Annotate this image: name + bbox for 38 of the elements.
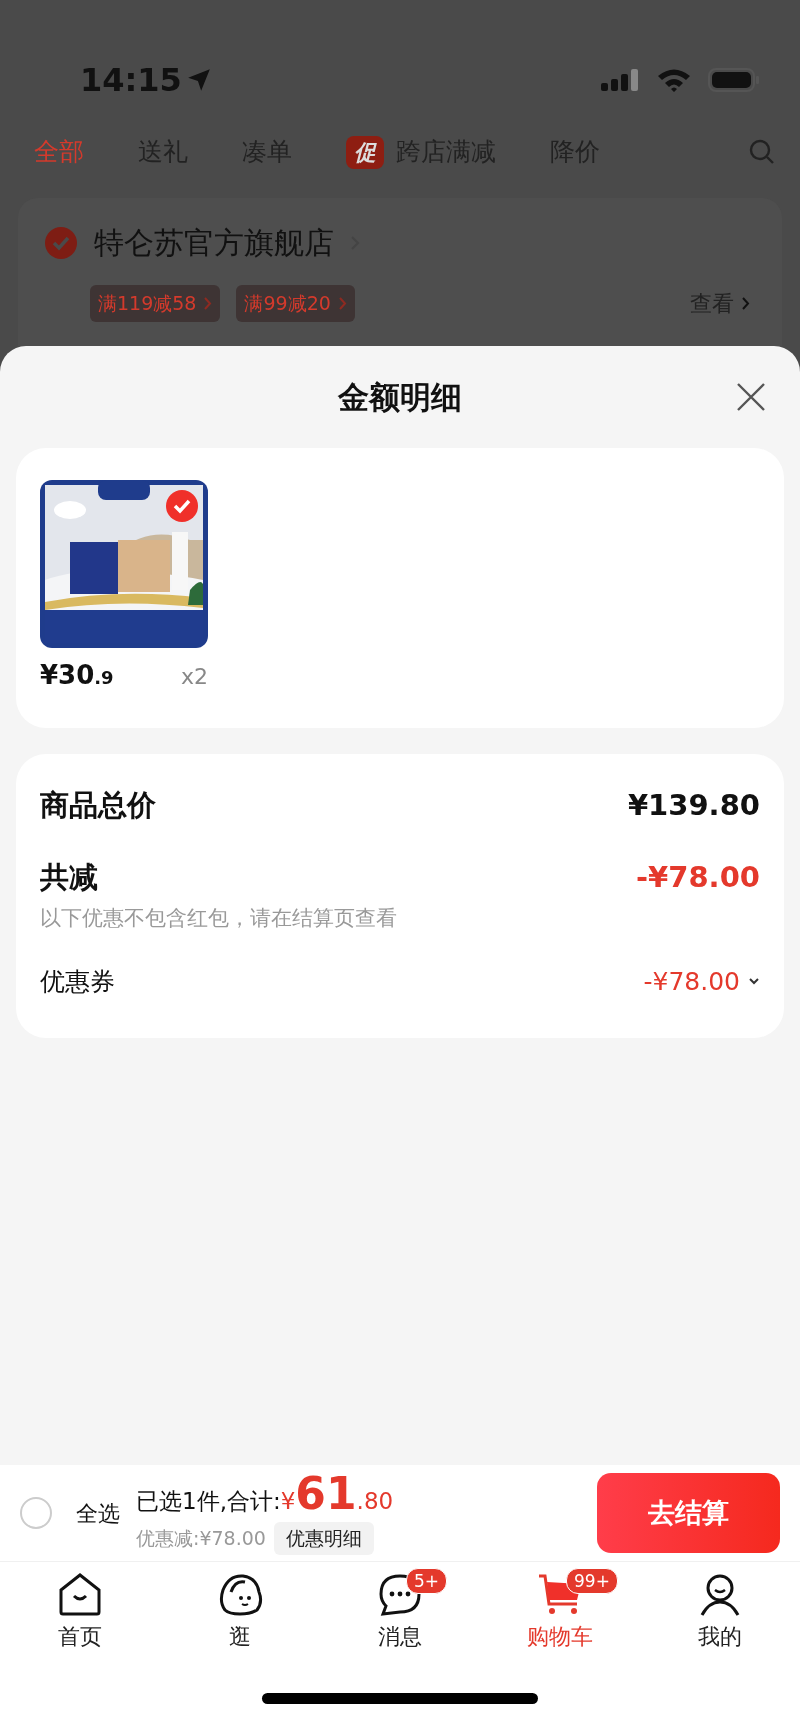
chevron-right-icon: [742, 296, 750, 310]
count-badge: 99+: [566, 1568, 618, 1594]
discount-detail-button[interactable]: 优惠明细: [273, 1522, 374, 1555]
checkbox-icon[interactable]: [44, 225, 78, 260]
item-price: ¥30.9: [40, 659, 114, 692]
coupon-label: 优惠券: [40, 965, 115, 998]
discount-label: 共减: [40, 858, 98, 896]
coupon-amount[interactable]: -¥78.00: [643, 962, 760, 1000]
chevron-right-icon: [338, 296, 347, 310]
discount-amount: -¥78.00: [636, 858, 760, 896]
tab-bar-item[interactable]: 逛: [160, 1572, 320, 1653]
tab-bar-item[interactable]: 我的: [640, 1572, 800, 1653]
total-amount: ¥139.80: [627, 787, 760, 824]
search-icon[interactable]: [748, 138, 776, 166]
item-quantity: x2: [180, 663, 208, 691]
total-label: 商品总价: [40, 787, 156, 824]
checkout-button[interactable]: 去结算: [597, 1473, 780, 1553]
store-name[interactable]: 特仑苏官方旗舰店: [94, 220, 334, 265]
count-badge: 5+: [406, 1568, 448, 1594]
promo-tag[interactable]: 满99减20: [236, 285, 355, 322]
sheet-title: 金额明细: [338, 377, 462, 417]
discount-note: 以下优惠不包含红包，请在结算页查看: [40, 905, 398, 932]
selected-check-icon[interactable]: [166, 490, 198, 522]
clock-time: 14:15: [80, 60, 182, 101]
select-all-radio[interactable]: [20, 1497, 52, 1529]
home-icon: [57, 1572, 103, 1616]
battery-icon: [708, 67, 760, 93]
wifi-icon: [656, 67, 692, 93]
tab-bar-item[interactable]: 首页: [0, 1572, 160, 1653]
promo-tag[interactable]: 满119减58: [90, 285, 221, 322]
promo-badge: 促: [346, 135, 384, 169]
chevron-right-icon: [204, 296, 213, 310]
close-icon[interactable]: [736, 382, 766, 412]
select-all-label[interactable]: 全选: [76, 1496, 120, 1530]
total-summary: 已选1件,合计:¥61.80: [136, 1471, 394, 1518]
face-icon: [217, 1572, 263, 1616]
signal-icon: [600, 67, 640, 93]
discount-text: 优惠减:¥78.00: [136, 1526, 266, 1551]
